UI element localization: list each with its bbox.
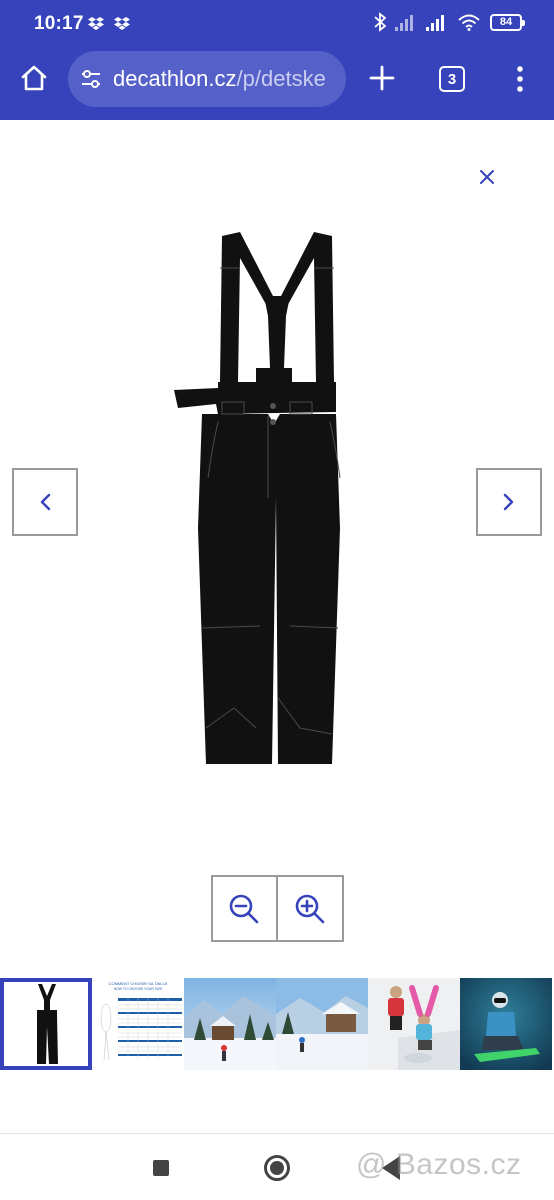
zoom-in-icon bbox=[295, 894, 325, 923]
watermark: @ Bazos.cz bbox=[356, 1148, 522, 1181]
tab-switcher-button[interactable]: 3 bbox=[439, 66, 465, 92]
screen: 10:17 84 decathlon.cz/p/detske 3 COMMENT… bbox=[0, 0, 554, 1200]
browser-toolbar: decathlon.cz/p/detske 3 bbox=[0, 48, 554, 110]
status-bar: 10:17 84 bbox=[0, 0, 554, 48]
thumbnail-6[interactable] bbox=[460, 978, 552, 1070]
thumbnail-image: COMMENT CHOISIR SA TAILLE HOW TO CHOOSE … bbox=[92, 978, 184, 1070]
thumbnail-2[interactable]: COMMENT CHOISIR SA TAILLE HOW TO CHOOSE … bbox=[92, 978, 184, 1070]
thumbnail-4[interactable] bbox=[276, 978, 368, 1070]
home-icon bbox=[21, 65, 47, 91]
product-image bbox=[174, 232, 341, 764]
wifi-icon bbox=[458, 14, 480, 31]
signal-icon bbox=[395, 15, 413, 31]
new-tab-button[interactable] bbox=[366, 62, 398, 94]
url-bar[interactable]: decathlon.cz/p/detske bbox=[68, 51, 346, 107]
thumbnail-5[interactable] bbox=[368, 978, 460, 1070]
url-domain: decathlon.cz bbox=[113, 66, 237, 91]
next-image-button[interactable] bbox=[476, 468, 542, 536]
thumbnail-image bbox=[4, 982, 88, 1066]
system-nav-bar: @ Bazos.cz bbox=[0, 1133, 554, 1200]
bluetooth-icon bbox=[374, 12, 386, 32]
battery-icon: 84 bbox=[490, 13, 525, 31]
status-time: 10:17 bbox=[34, 13, 84, 34]
thumbnail-3[interactable] bbox=[184, 978, 276, 1070]
close-icon bbox=[480, 170, 494, 184]
site-settings-icon[interactable] bbox=[80, 68, 102, 90]
home-nav-button[interactable] bbox=[264, 1155, 290, 1181]
size-chart-heading: COMMENT CHOISIR SA TAILLE bbox=[109, 981, 168, 986]
browser-chrome: 10:17 84 decathlon.cz/p/detske 3 bbox=[0, 0, 554, 120]
url-text: decathlon.cz/p/detske bbox=[113, 66, 326, 92]
chevron-right-icon bbox=[503, 493, 514, 511]
size-chart-subheading: HOW TO CHOOSE YOUR SIZE bbox=[114, 987, 163, 991]
zoom-out-button[interactable] bbox=[213, 877, 278, 940]
thumbnail-strip: COMMENT CHOISIR SA TAILLE HOW TO CHOOSE … bbox=[0, 978, 554, 1070]
tab-count: 3 bbox=[447, 70, 457, 88]
thumbnail-image bbox=[368, 978, 460, 1070]
dropbox-icon bbox=[88, 17, 104, 30]
thumbnail-image bbox=[276, 978, 368, 1070]
zoom-out-icon bbox=[229, 894, 259, 923]
more-menu-button[interactable] bbox=[510, 64, 530, 94]
url-path: /p/detske bbox=[236, 66, 326, 91]
chevron-left-icon bbox=[40, 493, 51, 511]
dropbox-icon bbox=[114, 17, 130, 30]
thumbnail-1[interactable] bbox=[0, 978, 92, 1070]
thumbnail-image bbox=[184, 978, 276, 1070]
zoom-in-button[interactable] bbox=[278, 877, 343, 940]
zoom-controls bbox=[211, 875, 344, 942]
close-button[interactable] bbox=[474, 164, 500, 190]
battery-level: 84 bbox=[499, 16, 513, 28]
home-button[interactable] bbox=[14, 58, 54, 98]
previous-image-button[interactable] bbox=[12, 468, 78, 536]
signal-icon bbox=[426, 15, 444, 31]
status-icons: 84 bbox=[374, 12, 525, 32]
recents-button[interactable] bbox=[153, 1160, 169, 1176]
thumbnail-image bbox=[460, 978, 552, 1070]
